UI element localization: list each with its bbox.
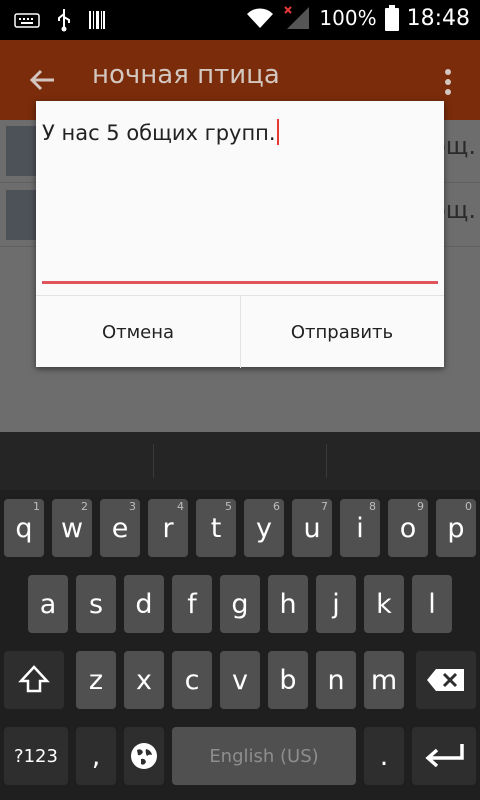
shift-icon xyxy=(18,665,50,693)
keyboard-icon xyxy=(14,13,40,28)
text-cursor xyxy=(276,119,279,145)
period-key[interactable]: . xyxy=(364,727,404,785)
key-v[interactable]: v xyxy=(220,651,260,709)
status-left-icons xyxy=(14,8,106,32)
key-x[interactable]: x xyxy=(124,651,164,709)
symbols-key[interactable]: ?123 xyxy=(4,727,68,785)
key-d[interactable]: d xyxy=(124,575,164,633)
key-r[interactable]: r4 xyxy=(148,499,188,557)
comma-key[interactable]: , xyxy=(76,727,116,785)
page-title: ночная птица xyxy=(92,60,280,90)
overflow-menu-icon[interactable] xyxy=(444,68,452,96)
key-j[interactable]: j xyxy=(316,575,356,633)
key-z[interactable]: z xyxy=(76,651,116,709)
enter-icon xyxy=(425,744,464,768)
globe-icon xyxy=(131,743,157,769)
key-k[interactable]: k xyxy=(364,575,404,633)
key-y[interactable]: y6 xyxy=(244,499,284,557)
send-button[interactable]: Отправить xyxy=(240,296,444,368)
key-t[interactable]: t5 xyxy=(196,499,236,557)
key-l[interactable]: l xyxy=(412,575,452,633)
soft-keyboard: q1 w2 e3 r4 t5 y6 u7 i8 o9 p0 a s d f g … xyxy=(0,432,480,800)
suggestion-strip xyxy=(0,432,480,490)
input-underline xyxy=(42,281,438,284)
wifi-icon xyxy=(247,8,274,28)
key-s[interactable]: s xyxy=(76,575,116,633)
key-w[interactable]: w2 xyxy=(52,499,92,557)
status-bar: 100% 18:48 xyxy=(0,0,480,40)
shift-key[interactable] xyxy=(4,651,64,709)
suggestion-divider xyxy=(326,444,327,478)
key-m[interactable]: m xyxy=(364,651,404,709)
barcode-icon xyxy=(89,11,105,29)
usb-icon xyxy=(58,9,70,32)
key-c[interactable]: c xyxy=(172,651,212,709)
enter-key[interactable] xyxy=(412,727,476,785)
key-h[interactable]: h xyxy=(268,575,308,633)
language-key[interactable] xyxy=(124,727,164,785)
suggestion-divider xyxy=(153,444,154,478)
key-n[interactable]: n xyxy=(316,651,356,709)
backspace-icon xyxy=(427,669,464,691)
battery-percent: 100% xyxy=(319,6,377,30)
key-u[interactable]: u7 xyxy=(292,499,332,557)
key-f[interactable]: f xyxy=(172,575,212,633)
signal-no-data-icon xyxy=(284,6,310,29)
key-o[interactable]: o9 xyxy=(388,499,428,557)
key-g[interactable]: g xyxy=(220,575,260,633)
clock: 18:48 xyxy=(406,5,470,31)
dialog-button-bar: Отмена Отправить xyxy=(36,295,444,368)
backspace-key[interactable] xyxy=(416,651,476,709)
battery-icon xyxy=(384,5,399,31)
key-q[interactable]: q1 xyxy=(4,499,44,557)
key-b[interactable]: b xyxy=(268,651,308,709)
back-arrow-icon[interactable] xyxy=(26,64,58,96)
cancel-button[interactable]: Отмена xyxy=(36,296,241,368)
message-input[interactable]: У нас 5 общих групп. xyxy=(42,119,438,145)
key-e[interactable]: e3 xyxy=(100,499,140,557)
message-dialog: У нас 5 общих групп. Отмена Отправить xyxy=(36,101,444,368)
status-right: 100% 18:48 xyxy=(245,5,470,31)
space-key[interactable]: English (US) xyxy=(172,727,356,785)
key-i[interactable]: i8 xyxy=(340,499,380,557)
key-a[interactable]: a xyxy=(28,575,68,633)
key-p[interactable]: p0 xyxy=(436,499,476,557)
message-text: У нас 5 общих групп. xyxy=(42,121,276,145)
